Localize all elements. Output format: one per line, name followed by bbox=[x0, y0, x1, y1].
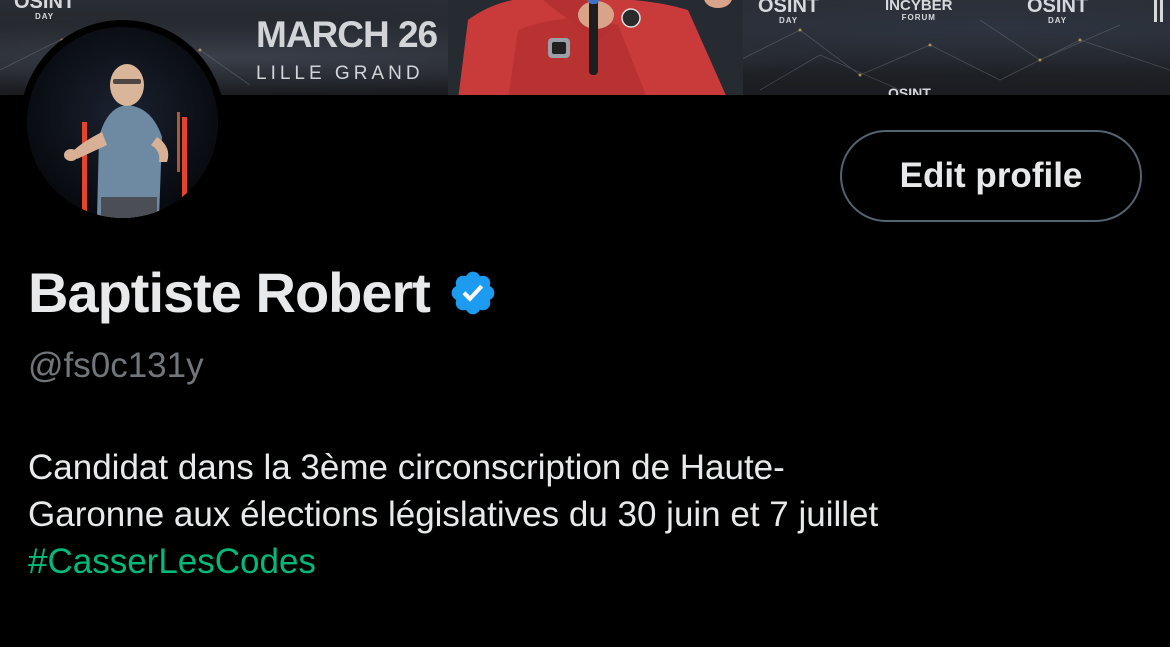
bio-hashtag-link[interactable]: #CasserLesCodes bbox=[28, 538, 1148, 585]
verified-badge-icon[interactable] bbox=[448, 268, 498, 318]
banner-logo-osint: OSINT DAY bbox=[14, 0, 76, 21]
banner-edge-icon bbox=[1154, 0, 1163, 22]
profile-avatar[interactable] bbox=[20, 20, 225, 225]
profile-name-row: Baptiste Robert bbox=[28, 260, 498, 325]
banner-logo-osint: OSINT DAY bbox=[758, 0, 820, 25]
profile-bio: Candidat dans la 3ème circonscription de… bbox=[28, 444, 1148, 585]
banner-date-text: MARCH 26 bbox=[256, 14, 438, 55]
profile-handle: @fs0c131y bbox=[28, 346, 204, 385]
banner-speaker-photo bbox=[448, 0, 743, 95]
edit-profile-button[interactable]: Edit profile bbox=[840, 130, 1142, 222]
bio-line: Candidat dans la 3ème circonscription de… bbox=[28, 448, 785, 487]
avatar-photo bbox=[27, 27, 218, 218]
banner-place-text: LILLE GRAND bbox=[256, 63, 424, 84]
banner-logo-osint: OSINT bbox=[888, 85, 931, 95]
bio-line: Garonne aux élections législatives du 30… bbox=[28, 495, 879, 534]
banner-logo-osint: OSINT DAY bbox=[1027, 0, 1089, 25]
banner-logo-incyber: INCYBER FORUM bbox=[885, 0, 953, 22]
display-name: Baptiste Robert bbox=[28, 261, 431, 324]
